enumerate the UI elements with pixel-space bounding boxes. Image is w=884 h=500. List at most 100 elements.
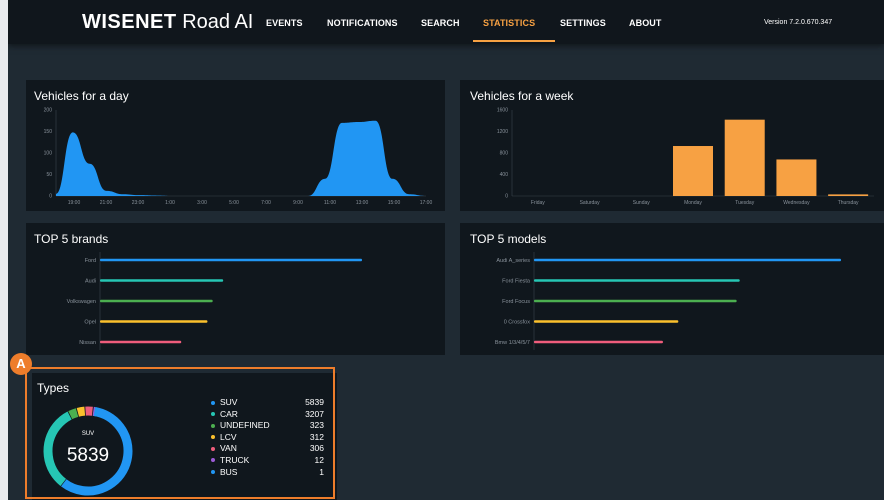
- bar-label: Bmw 1/3/4/5/7: [495, 340, 530, 346]
- y-tick-label: 150: [44, 129, 53, 135]
- bar-label: Ford Focus: [502, 299, 530, 305]
- legend-item: SUV 5839: [211, 397, 324, 409]
- donut-center-value: 5839: [66, 445, 110, 466]
- legend-color-swatch: [211, 446, 215, 451]
- x-tick-label: 15:00: [388, 200, 401, 206]
- bar: [534, 299, 737, 303]
- x-tick-label: 21:00: [100, 200, 113, 206]
- y-tick-label: 0: [505, 194, 508, 200]
- legend-value: 12: [314, 454, 324, 465]
- legend-label: TRUCK: [220, 454, 250, 465]
- y-tick-label: 100: [44, 151, 53, 157]
- callout-badge: A: [10, 353, 32, 375]
- bar: [100, 279, 224, 282]
- x-tick-label: 13:00: [356, 200, 369, 206]
- day-area-chart: 0 50 100 150 200 19:00 21:00 23:00 1:00 3:00 5:00 7…: [44, 108, 433, 207]
- y-tick-label: 200: [44, 108, 53, 114]
- bar: [534, 279, 740, 282]
- bar-label: Nissan: [79, 340, 96, 346]
- legend-item: TRUCK 12: [211, 455, 324, 467]
- legend-color-swatch: [211, 412, 215, 417]
- models-bar-chart: Audi A_series Ford Fiesta Ford Focus 0 Cros…: [495, 252, 841, 350]
- legend-value: 5839: [305, 397, 324, 407]
- y-tick-label: 1600: [497, 108, 508, 114]
- brands-chart-card: TOP 5 brands Ford Audi Volkswagen Opel Nissa…: [26, 223, 445, 355]
- x-tick-label: 5:00: [229, 200, 239, 206]
- legend-color-swatch: [211, 470, 215, 475]
- legend-item: LCV 312: [211, 432, 324, 444]
- y-tick-label: 800: [500, 151, 509, 157]
- legend-color-swatch: [211, 400, 215, 405]
- week-bar: [828, 194, 869, 196]
- nav-settings[interactable]: SETTINGS: [560, 18, 606, 28]
- nav-notifications[interactable]: NOTIFICATIONS: [327, 18, 398, 28]
- week-bar: [724, 119, 765, 196]
- y-tick-label: 0: [49, 194, 52, 200]
- types-title: Types: [37, 381, 70, 395]
- models-chart-card: TOP 5 models Audi A_series Ford Fiesta For…: [460, 223, 884, 355]
- x-tick-label: 7:00: [261, 200, 271, 206]
- y-tick-label: 50: [46, 172, 52, 178]
- bar-label: Ford: [85, 258, 96, 264]
- legend-value: 323: [309, 420, 324, 431]
- legend-label: UNDEFINED: [220, 420, 270, 431]
- x-tick-label: Wednesday: [783, 200, 810, 206]
- bar: [100, 340, 182, 344]
- legend-item: BUS 1: [211, 467, 324, 479]
- nav-statistics[interactable]: STATISTICS: [483, 18, 535, 28]
- y-tick-label: 1200: [497, 129, 508, 135]
- x-tick-label: 9:00: [293, 200, 303, 206]
- x-tick-label: Friday: [531, 200, 545, 206]
- legend-color-swatch: [211, 435, 215, 440]
- x-tick-label: 11:00: [324, 200, 336, 206]
- bar-label: Volkswagen: [67, 299, 96, 305]
- x-tick-label: Saturday: [580, 200, 601, 206]
- bar: [534, 340, 663, 344]
- nav-events[interactable]: EVENTS: [266, 18, 303, 28]
- bar-label: Ford Fiesta: [502, 279, 531, 285]
- brands-bar-chart: Ford Audi Volkswagen Opel Nissan: [67, 252, 362, 350]
- x-tick-label: Thursday: [838, 200, 859, 206]
- bar: [534, 258, 841, 262]
- logo-product: Road AI: [182, 11, 254, 33]
- nav-search[interactable]: SEARCH: [421, 18, 460, 28]
- x-tick-label: 3:00: [197, 200, 207, 206]
- x-tick-label: Tuesday: [735, 200, 754, 206]
- week-bar-chart: 0 400 800 1200 1600 Friday Saturday Sunday Monda…: [497, 108, 874, 206]
- legend-value: 3207: [305, 408, 324, 419]
- x-tick-label: 19:00: [68, 200, 81, 206]
- legend-item: VAN 306: [211, 443, 324, 455]
- legend-value: 306: [309, 443, 324, 454]
- legend-color-swatch: [211, 458, 215, 463]
- active-tab-indicator: [473, 40, 555, 42]
- legend-item: UNDEFINED 323: [211, 420, 324, 432]
- week-bar: [673, 146, 713, 196]
- x-tick-label: 23:00: [132, 200, 145, 206]
- legend-label: LCV: [220, 431, 237, 442]
- legend-label: CAR: [220, 408, 238, 419]
- donut-center-label: SUV: [81, 431, 95, 437]
- x-tick-label: 1:00: [165, 200, 175, 206]
- nav-about[interactable]: ABOUT: [629, 18, 662, 28]
- bar: [100, 320, 208, 323]
- version-label: Version 7.2.0.670.347: [764, 19, 833, 26]
- legend-value: 312: [309, 431, 324, 442]
- legend-color-swatch: [211, 423, 215, 428]
- logo-brand: WISENET: [82, 11, 177, 33]
- legend-value: 1: [319, 466, 324, 477]
- legend-item: CAR 3207: [211, 409, 324, 421]
- x-tick-label: Sunday: [633, 200, 650, 206]
- week-chart-card: Vehicles for a week 0 400 800 1200 1600 Frida…: [460, 80, 884, 211]
- bar: [100, 258, 362, 262]
- bar: [100, 299, 213, 303]
- week-bar: [776, 159, 817, 196]
- x-tick-label: 17:00: [420, 200, 433, 206]
- legend-label: BUS: [220, 466, 238, 477]
- x-tick-label: Monday: [684, 200, 702, 206]
- bar-label: 0 Crossfox: [504, 320, 531, 326]
- bar: [534, 320, 679, 323]
- types-legend: SUV 5839 CAR 3207 UNDEFINED 323 LCV 312 VAN 306 TR…: [211, 397, 324, 478]
- legend-label: VAN: [220, 443, 237, 454]
- y-tick-label: 400: [500, 172, 509, 178]
- day-area-series: [56, 120, 426, 196]
